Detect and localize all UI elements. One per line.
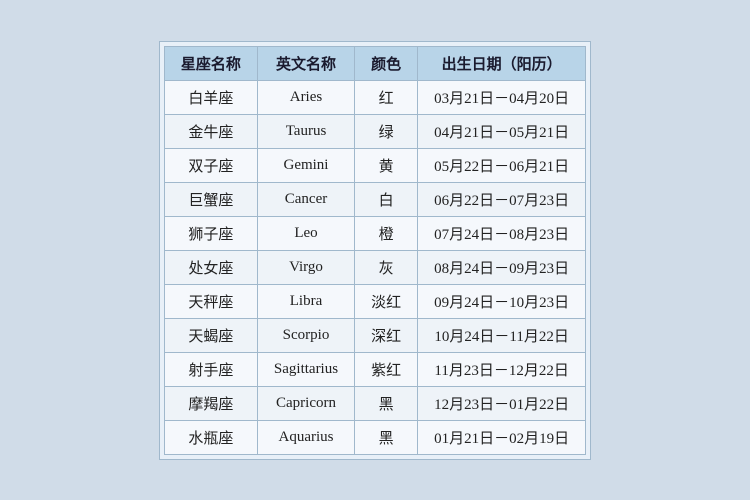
table-cell: 双子座 — [164, 148, 257, 182]
table-cell: 04月21日－05月21日 — [418, 114, 586, 148]
table-row: 天蝎座Scorpio深红10月24日－11月22日 — [164, 318, 585, 352]
table-cell: 黑 — [355, 420, 418, 454]
zodiac-table: 星座名称英文名称颜色出生日期（阳历） 白羊座Aries红03月21日－04月20… — [164, 46, 586, 455]
table-cell: 白 — [355, 182, 418, 216]
table-row: 双子座Gemini黄05月22日－06月21日 — [164, 148, 585, 182]
table-row: 狮子座Leo橙07月24日－08月23日 — [164, 216, 585, 250]
table-cell: Capricorn — [257, 386, 354, 420]
table-cell: 05月22日－06月21日 — [418, 148, 586, 182]
table-cell: Taurus — [257, 114, 354, 148]
table-cell: 10月24日－11月22日 — [418, 318, 586, 352]
table-row: 天秤座Libra淡红09月24日－10月23日 — [164, 284, 585, 318]
table-cell: 12月23日－01月22日 — [418, 386, 586, 420]
table-cell: 狮子座 — [164, 216, 257, 250]
table-cell: 巨蟹座 — [164, 182, 257, 216]
table-cell: Scorpio — [257, 318, 354, 352]
table-cell: Aries — [257, 80, 354, 114]
table-cell: 橙 — [355, 216, 418, 250]
table-row: 巨蟹座Cancer白06月22日－07月23日 — [164, 182, 585, 216]
table-row: 摩羯座Capricorn黑12月23日－01月22日 — [164, 386, 585, 420]
table-cell: Virgo — [257, 250, 354, 284]
table-cell: 绿 — [355, 114, 418, 148]
table-cell: 09月24日－10月23日 — [418, 284, 586, 318]
table-cell: 淡红 — [355, 284, 418, 318]
table-cell: Cancer — [257, 182, 354, 216]
table-cell: 天蝎座 — [164, 318, 257, 352]
table-cell: Sagittarius — [257, 352, 354, 386]
table-cell: 深红 — [355, 318, 418, 352]
table-cell: 07月24日－08月23日 — [418, 216, 586, 250]
table-cell: 黑 — [355, 386, 418, 420]
table-cell: 摩羯座 — [164, 386, 257, 420]
table-header-row: 星座名称英文名称颜色出生日期（阳历） — [164, 46, 585, 80]
table-cell: Leo — [257, 216, 354, 250]
table-cell: 03月21日－04月20日 — [418, 80, 586, 114]
table-cell: 处女座 — [164, 250, 257, 284]
table-cell: Aquarius — [257, 420, 354, 454]
table-cell: 06月22日－07月23日 — [418, 182, 586, 216]
table-cell: 白羊座 — [164, 80, 257, 114]
table-header-cell: 颜色 — [355, 46, 418, 80]
table-cell: 黄 — [355, 148, 418, 182]
table-row: 处女座Virgo灰08月24日－09月23日 — [164, 250, 585, 284]
table-cell: 11月23日－12月22日 — [418, 352, 586, 386]
table-header-cell: 星座名称 — [164, 46, 257, 80]
table-cell: 08月24日－09月23日 — [418, 250, 586, 284]
table-cell: Gemini — [257, 148, 354, 182]
table-body: 白羊座Aries红03月21日－04月20日金牛座Taurus绿04月21日－0… — [164, 80, 585, 454]
table-row: 射手座Sagittarius紫红11月23日－12月22日 — [164, 352, 585, 386]
table-cell: 水瓶座 — [164, 420, 257, 454]
table-cell: 金牛座 — [164, 114, 257, 148]
table-cell: 红 — [355, 80, 418, 114]
table-cell: 灰 — [355, 250, 418, 284]
table-header-cell: 英文名称 — [257, 46, 354, 80]
table-cell: 紫红 — [355, 352, 418, 386]
table-row: 水瓶座Aquarius黑01月21日－02月19日 — [164, 420, 585, 454]
table-row: 白羊座Aries红03月21日－04月20日 — [164, 80, 585, 114]
table-row: 金牛座Taurus绿04月21日－05月21日 — [164, 114, 585, 148]
table-cell: 射手座 — [164, 352, 257, 386]
zodiac-table-container: 星座名称英文名称颜色出生日期（阳历） 白羊座Aries红03月21日－04月20… — [159, 41, 591, 460]
table-cell: Libra — [257, 284, 354, 318]
table-header-cell: 出生日期（阳历） — [418, 46, 586, 80]
table-cell: 天秤座 — [164, 284, 257, 318]
table-cell: 01月21日－02月19日 — [418, 420, 586, 454]
